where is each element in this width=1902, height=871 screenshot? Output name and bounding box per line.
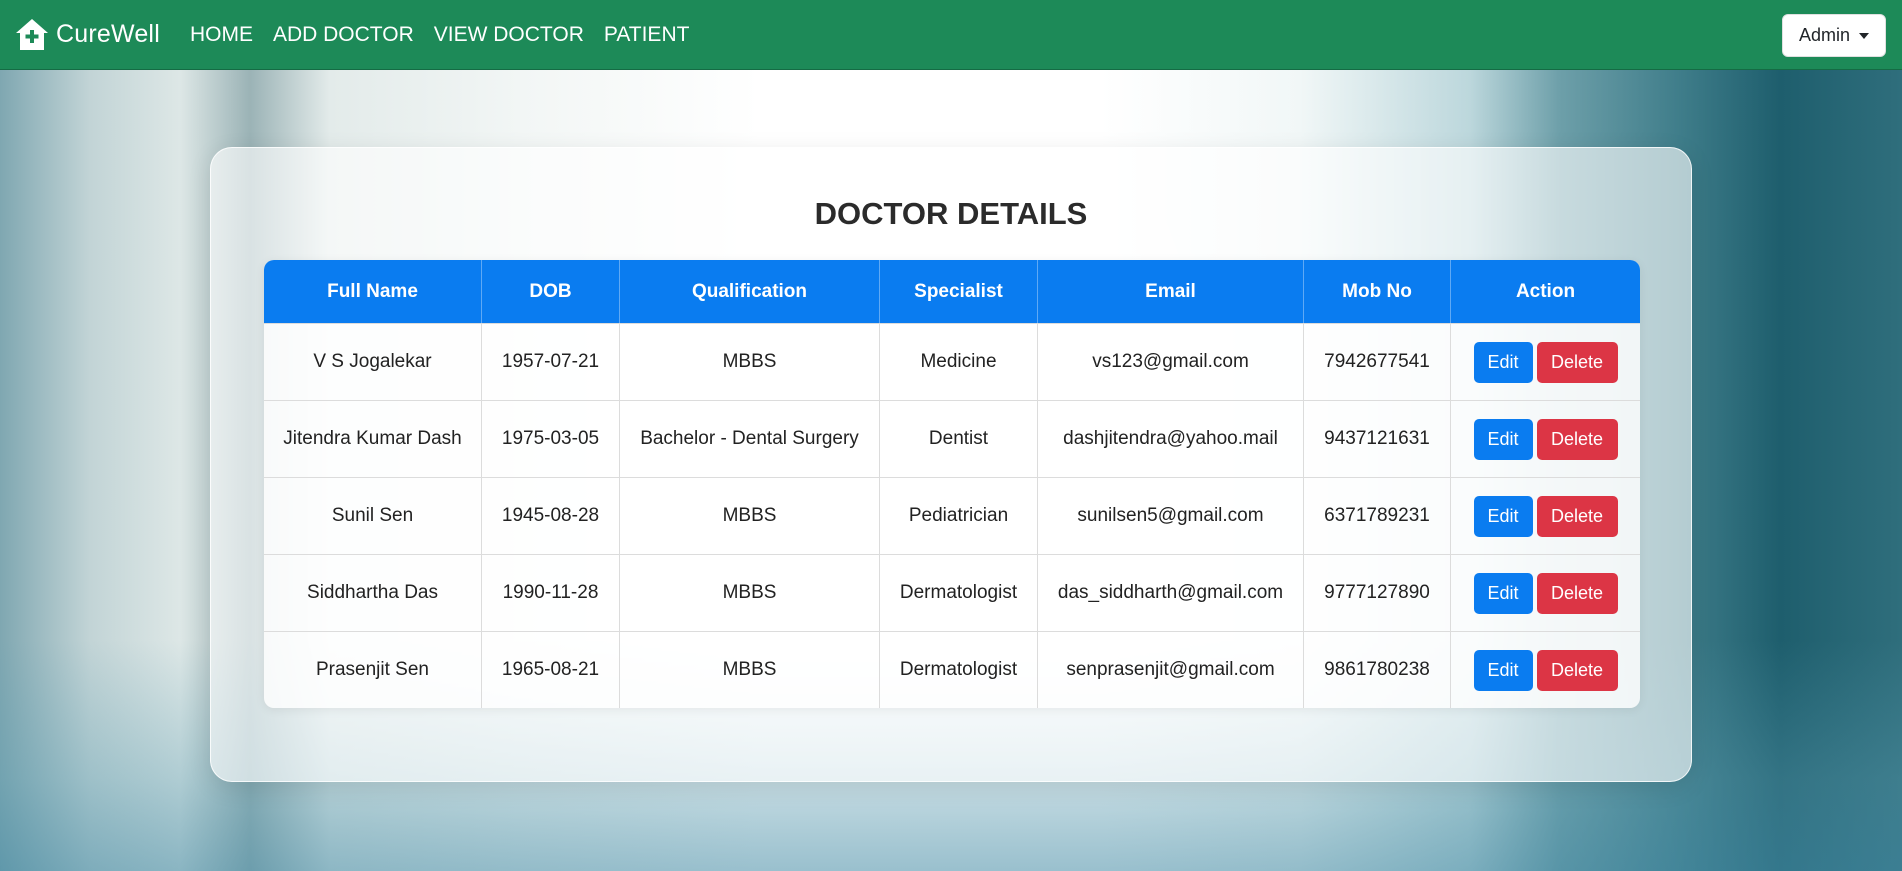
nav-link-patient[interactable]: PATIENT [604,23,690,47]
cell-actions: Edit Delete [1451,323,1640,400]
cell-mobile: 9777127890 [1304,554,1451,631]
admin-label: Admin [1798,25,1851,45]
edit-button[interactable]: Edit [1473,649,1533,691]
cell-mobile: 6371789231 [1304,477,1451,554]
cell-mobile: 7942677541 [1304,323,1451,400]
cell-qualification: MBBS [620,323,880,400]
table-row: Siddhartha Das 1990-11-28 MBBS Dermatolo… [264,554,1640,631]
cell-full-name: V S Jogalekar [264,323,482,400]
page-title: DOCTOR DETAILS [814,196,1088,231]
cell-dob: 1975-03-05 [482,400,620,477]
cell-dob: 1945-08-28 [482,477,620,554]
table-body: V S Jogalekar 1957-07-21 MBBS Medicine v… [264,323,1640,708]
cell-qualification: Bachelor - Dental Surgery [620,400,880,477]
cell-mobile: 9861780238 [1304,631,1451,708]
brand-name: CureWell [56,20,160,48]
top-navbar: CureWell HOME ADD DOCTOR VIEW DOCTOR PAT… [0,0,1902,70]
cell-qualification: MBBS [620,477,880,554]
table-row: Jitendra Kumar Dash 1975-03-05 Bachelor … [264,400,1640,477]
edit-button[interactable]: Edit [1473,495,1533,537]
cell-mobile: 9437121631 [1304,400,1451,477]
cell-qualification: MBBS [620,554,880,631]
edit-button[interactable]: Edit [1473,572,1533,614]
cell-full-name: Siddhartha Das [264,554,482,631]
edit-button[interactable]: Edit [1473,341,1533,383]
nav-link-home[interactable]: HOME [190,23,253,47]
cell-actions: Edit Delete [1451,631,1640,708]
nav-link-add-doctor[interactable]: ADD DOCTOR [273,23,414,47]
cell-email: vs123@gmail.com [1038,323,1304,400]
cell-dob: 1957-07-21 [482,323,620,400]
column-header-qualification: Qualification [620,260,880,323]
cell-full-name: Prasenjit Sen [264,631,482,708]
delete-button[interactable]: Delete [1536,495,1618,537]
cell-email: senprasenjit@gmail.com [1038,631,1304,708]
cell-specialist: Medicine [880,323,1038,400]
table-header: Full Name DOB Qualification Specialist E… [264,260,1640,323]
table-row: Prasenjit Sen 1965-08-21 MBBS Dermatolog… [264,631,1640,708]
doctor-details-card: DOCTOR DETAILS Full Name DOB Qualificati… [210,147,1692,782]
delete-button[interactable]: Delete [1536,649,1618,691]
cell-specialist: Pediatrician [880,477,1038,554]
column-header-full-name: Full Name [264,260,482,323]
cell-actions: Edit Delete [1451,400,1640,477]
table-row: V S Jogalekar 1957-07-21 MBBS Medicine v… [264,323,1640,400]
doctor-table: Full Name DOB Qualification Specialist E… [264,260,1640,708]
cell-actions: Edit Delete [1451,554,1640,631]
delete-button[interactable]: Delete [1536,341,1618,383]
cell-dob: 1965-08-21 [482,631,620,708]
edit-button[interactable]: Edit [1473,418,1533,460]
cell-email: dashjitendra@yahoo.mail [1038,400,1304,477]
table-row: Sunil Sen 1945-08-28 MBBS Pediatrician s… [264,477,1640,554]
nav-link-view-doctor[interactable]: VIEW DOCTOR [434,23,584,47]
cell-email: sunilsen5@gmail.com [1038,477,1304,554]
cell-email: das_siddharth@gmail.com [1038,554,1304,631]
caret-down-icon [1859,32,1870,39]
delete-button[interactable]: Delete [1536,572,1618,614]
cell-full-name: Jitendra Kumar Dash [264,400,482,477]
column-header-action: Action [1451,260,1640,323]
cell-specialist: Dermatologist [880,631,1038,708]
cell-specialist: Dermatologist [880,554,1038,631]
column-header-specialist: Specialist [880,260,1038,323]
house-plus-icon [16,18,48,50]
admin-dropdown-button[interactable]: Admin [1782,14,1886,57]
cell-full-name: Sunil Sen [264,477,482,554]
column-header-mob-no: Mob No [1304,260,1451,323]
cell-actions: Edit Delete [1451,477,1640,554]
cell-specialist: Dentist [880,400,1038,477]
cell-qualification: MBBS [620,631,880,708]
delete-button[interactable]: Delete [1536,418,1618,460]
brand-home-link[interactable]: CureWell [14,17,160,53]
cell-dob: 1990-11-28 [482,554,620,631]
column-header-email: Email [1038,260,1304,323]
column-header-dob: DOB [482,260,620,323]
